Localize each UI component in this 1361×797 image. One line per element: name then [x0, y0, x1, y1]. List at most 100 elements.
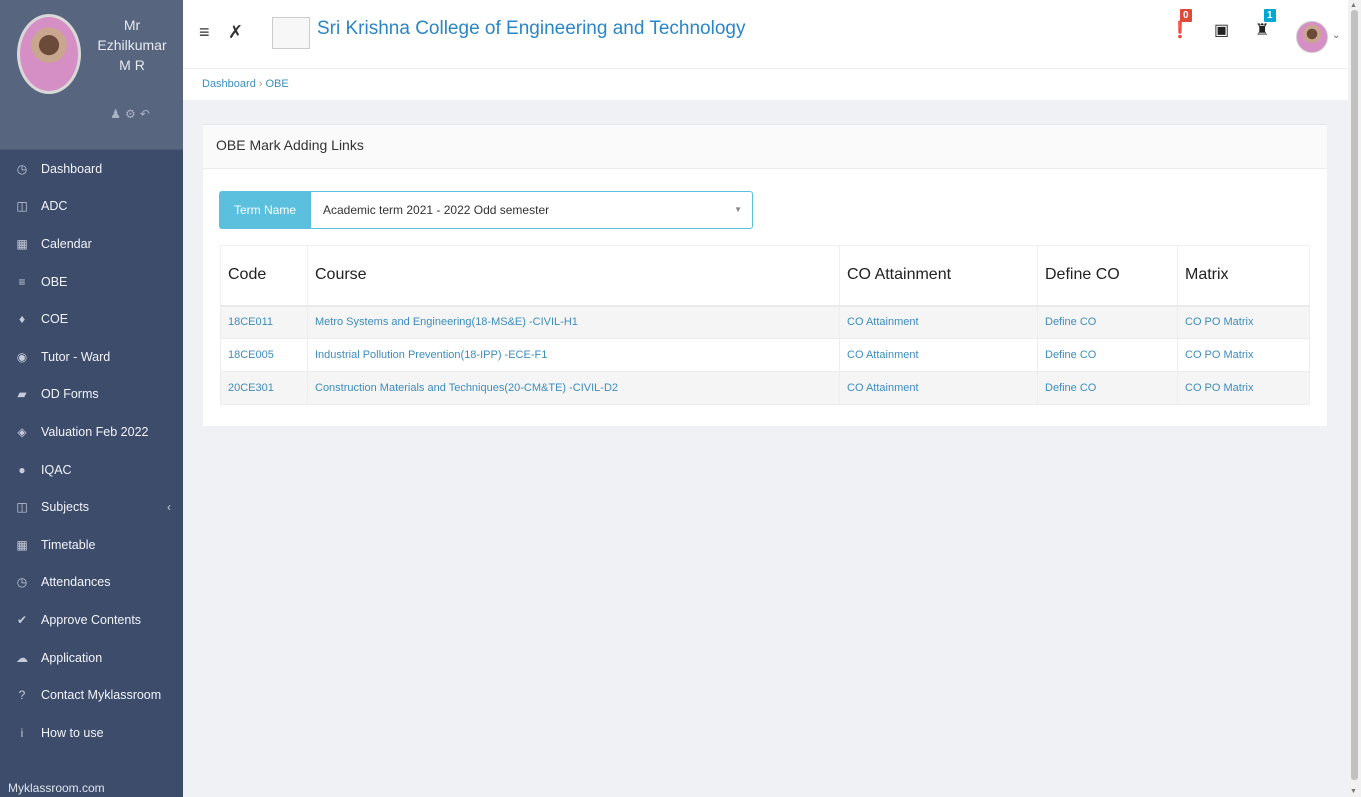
sidebar-item-dashboard[interactable]: ◷ Dashboard: [0, 150, 183, 188]
college-logo: [272, 17, 310, 49]
signout-icon[interactable]: ↶: [140, 107, 154, 121]
term-name-label: Term Name: [219, 191, 311, 229]
breadcrumb-home[interactable]: Dashboard: [202, 78, 256, 90]
sidebar-item-label: Attendances: [41, 575, 111, 590]
co-attainment-link[interactable]: CO Attainment: [839, 305, 1038, 339]
sidebar-item-label: Dashboard: [41, 161, 103, 176]
define-co-link[interactable]: Define CO: [1037, 338, 1178, 372]
scroll-down-icon[interactable]: ▼: [1350, 788, 1357, 795]
co-po-matrix-link[interactable]: CO PO Matrix: [1177, 305, 1310, 339]
term-name-select[interactable]: Academic term 2021 - 2022 Odd semester ▼: [311, 191, 753, 229]
question-icon: ?: [18, 688, 26, 703]
avatar[interactable]: [17, 14, 81, 94]
notifications-icon[interactable]: ❗: [1170, 20, 1190, 40]
column-header-co-attainment: CO Attainment: [839, 245, 1038, 307]
card-title: OBE Mark Adding Links: [203, 125, 1327, 169]
chevron-down-icon[interactable]: ⌄: [1332, 30, 1340, 41]
co-attainment-link[interactable]: CO Attainment: [839, 371, 1038, 405]
obe-courses-table: Code Course CO Attainment Define CO Matr…: [220, 245, 1310, 405]
sidebar-item-iqac[interactable]: ● IQAC: [0, 451, 183, 489]
users-icon[interactable]: ♜: [1255, 20, 1269, 40]
sidebar-item-how-to-use[interactable]: i How to use: [0, 714, 183, 752]
sidebar-item-od-forms[interactable]: ▰ OD Forms: [0, 376, 183, 414]
breadcrumb-current[interactable]: OBE: [266, 78, 289, 90]
column-header-matrix: Matrix: [1177, 245, 1310, 307]
co-po-matrix-link[interactable]: CO PO Matrix: [1177, 371, 1310, 405]
check-icon: ✔: [16, 612, 28, 627]
user-profile-panel: Mr Ezhilkumar M R ♟⚙↶: [0, 0, 183, 150]
sidebar-item-label: IQAC: [41, 462, 72, 477]
calendar-icon: ▦: [16, 236, 28, 251]
sidebar-item-label: Approve Contents: [41, 612, 142, 627]
define-co-link[interactable]: Define CO: [1037, 305, 1178, 339]
sidebar-item-obe[interactable]: ≡ OBE: [0, 263, 183, 301]
column-header-course: Course: [307, 245, 840, 307]
form-icon: ▰: [17, 387, 27, 402]
sidebar-item-label: OD Forms: [41, 387, 99, 402]
course-code-link[interactable]: 18CE011: [220, 305, 308, 339]
menu-icon: ≡: [18, 274, 26, 289]
dashboard-icon: ◷: [16, 161, 28, 176]
college-title[interactable]: Sri Krishna College of Engineering and T…: [317, 18, 745, 40]
term-selected-value: Academic term 2021 - 2022 Odd semester: [323, 203, 550, 217]
sidebar-item-label: Timetable: [41, 537, 96, 552]
sidebar-item-timetable[interactable]: ▦ Timetable: [0, 526, 183, 564]
define-co-link[interactable]: Define CO: [1037, 371, 1178, 405]
sidebar-item-tutor-ward[interactable]: ◉ Tutor - Ward: [0, 338, 183, 376]
sidebar-item-attendances[interactable]: ◷ Attendances: [0, 564, 183, 602]
sidebar-item-valuation-feb-2022[interactable]: ◈ Valuation Feb 2022: [0, 413, 183, 451]
breadcrumb: Dashboard › OBE: [202, 78, 289, 90]
sidebar-item-label: Subjects: [41, 500, 89, 515]
sidebar-item-label: OBE: [41, 274, 68, 289]
sidebar-item-adc[interactable]: ◫ ADC: [0, 188, 183, 226]
table-icon: ▦: [16, 537, 28, 552]
book-icon: ◫: [16, 500, 28, 515]
hamburger-icon[interactable]: ≡: [199, 22, 210, 43]
chevron-left-icon: ‹: [167, 500, 171, 515]
obe-links-card: OBE Mark Adding Links Term Name Academic…: [203, 124, 1327, 426]
sidebar-item-label: Valuation Feb 2022: [41, 424, 149, 439]
co-po-matrix-link[interactable]: CO PO Matrix: [1177, 338, 1310, 372]
sidebar-item-label: COE: [41, 312, 69, 327]
course-name-link[interactable]: Industrial Pollution Prevention(18-IPP) …: [307, 338, 840, 372]
cloud-icon: ☁: [16, 650, 28, 665]
breadcrumb-separator: ›: [258, 78, 263, 90]
chart-icon[interactable]: ▣: [1214, 20, 1229, 40]
sidebar-menu: ◷ Dashboard ◫ ADC ▦ Calendar ≡ OBE ♦ COE ◉ Tutor - …: [0, 150, 183, 752]
sidebar-item-calendar[interactable]: ▦ Calendar: [0, 225, 183, 263]
sidebar-item-label: How to use: [41, 725, 104, 740]
sidebar-item-subjects[interactable]: ◫ Subjects ‹: [0, 488, 183, 526]
course-name-link[interactable]: Construction Materials and Techniques(20…: [307, 371, 840, 405]
table-row: 18CE011 Metro Systems and Engineering(18…: [220, 305, 1310, 339]
breadcrumb-bar: [183, 68, 1348, 100]
top-bar: ≡ ✗ Sri Krishna College of Engineering a…: [183, 0, 1348, 68]
page-scrollbar[interactable]: ▲ ▼: [1348, 0, 1361, 797]
scroll-up-icon[interactable]: ▲: [1350, 2, 1357, 9]
co-attainment-link[interactable]: CO Attainment: [839, 338, 1038, 372]
sidebar-item-label: Calendar: [41, 236, 92, 251]
gear-icon[interactable]: ⚙: [125, 107, 140, 121]
user-name-line-2: Ezhilkumar: [97, 37, 167, 53]
tools-icon[interactable]: ✗: [228, 22, 243, 43]
sidebar-item-label: Application: [41, 650, 103, 665]
course-name-link[interactable]: Metro Systems and Engineering(18-MS&E) -…: [307, 305, 840, 339]
course-code-link[interactable]: 20CE301: [220, 371, 308, 405]
table-header-row: Code Course CO Attainment Define CO Matr…: [220, 245, 1310, 307]
scrollbar-thumb[interactable]: [1351, 10, 1358, 780]
site-footer-link[interactable]: Myklassroom.com: [8, 781, 105, 795]
sidebar-item-application[interactable]: ☁ Application: [0, 639, 183, 677]
user-avatar-menu[interactable]: [1296, 21, 1328, 53]
sidebar-item-coe[interactable]: ♦ COE: [0, 300, 183, 338]
book-icon: ◫: [16, 199, 28, 214]
course-code-link[interactable]: 18CE005: [220, 338, 308, 372]
sidebar-item-label: Tutor - Ward: [41, 349, 111, 364]
sidebar-item-approve-contents[interactable]: ✔ Approve Contents: [0, 601, 183, 639]
notification-badge: 0: [1180, 9, 1192, 22]
sidebar-item-contact-myklassroom[interactable]: ? Contact Myklassroom: [0, 676, 183, 714]
circle-icon: ●: [18, 462, 26, 477]
sidebar-item-label: ADC: [41, 199, 68, 214]
user-icon[interactable]: ♟: [110, 107, 125, 121]
term-selector: Term Name Academic term 2021 - 2022 Odd …: [219, 191, 753, 229]
profile-actions: ♟⚙↶: [86, 107, 178, 121]
table-row: 18CE005 Industrial Pollution Prevention(…: [220, 338, 1310, 372]
